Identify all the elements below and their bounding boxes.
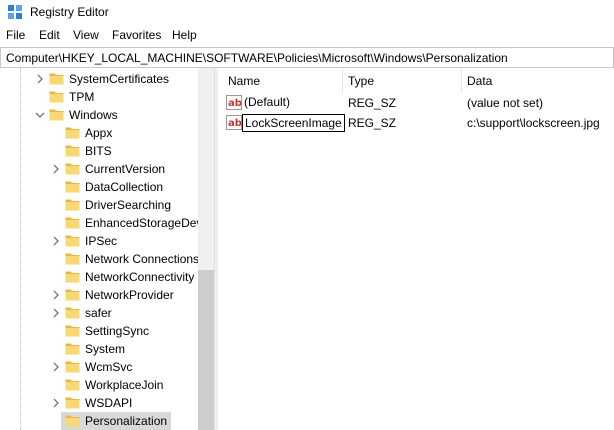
folder-icon [65, 397, 80, 409]
folder-icon [65, 415, 80, 427]
tree-item-label: Network Connections [85, 252, 198, 266]
folder-icon [65, 127, 80, 139]
values-list[interactable]: Name Type Data ab (Default) REG_SZ (value n… [218, 68, 614, 430]
menu-edit[interactable]: Edit [39, 28, 60, 42]
folder-icon [65, 163, 80, 175]
value-type: REG_SZ [348, 116, 397, 130]
tree-item[interactable]: System [0, 340, 198, 358]
folder-icon [65, 235, 80, 247]
title-bar: Registry Editor [0, 0, 614, 25]
folder-icon [65, 343, 80, 355]
chevron-down-icon[interactable] [35, 110, 45, 120]
chevron-right-icon[interactable] [51, 308, 61, 318]
folder-icon [65, 325, 80, 337]
tree-item-label: IPSec [85, 234, 118, 248]
folder-icon [49, 109, 64, 121]
chevron-right-icon[interactable] [35, 74, 45, 84]
tree-item-label: BITS [85, 144, 112, 158]
folder-icon [49, 91, 64, 103]
tree-item-label: Windows [69, 108, 118, 122]
window-title: Registry Editor [30, 5, 109, 19]
chevron-right-icon[interactable] [51, 236, 61, 246]
folder-icon [65, 181, 80, 193]
key-tree[interactable]: SystemCertificates TPM Windows Appx BITS Curr… [0, 68, 214, 430]
chevron-right-icon[interactable] [51, 362, 61, 372]
tree-item-label: DriverSearching [85, 198, 172, 212]
value-name: LockScreenImage [242, 114, 345, 132]
chevron-right-icon[interactable] [51, 290, 61, 300]
menu-help[interactable]: Help [172, 28, 197, 42]
tree-item[interactable]: BITS [0, 142, 198, 160]
tree-item-label: SettingSync [85, 324, 150, 338]
tree-item-label: NetworkProvider [85, 288, 174, 302]
menu-view[interactable]: View [73, 28, 99, 42]
tree-item-label: WSDAPI [85, 396, 133, 410]
tree-item[interactable]: safer [0, 304, 198, 322]
tree-item-label: Personalization [82, 414, 171, 428]
registry-editor-icon [8, 5, 22, 19]
tree-item-label: CurrentVersion [85, 162, 166, 176]
folder-icon [65, 289, 80, 301]
menu-bar: File Edit View Favorites Help [0, 25, 614, 47]
address-path: Computer\HKEY_LOCAL_MACHINE\SOFTWARE\Pol… [6, 51, 508, 65]
chevron-right-icon[interactable] [51, 164, 61, 174]
tree-item-label: WorkplaceJoin [85, 378, 164, 392]
menu-favorites[interactable]: Favorites [112, 28, 161, 42]
folder-icon [65, 271, 80, 283]
folder-icon [65, 199, 80, 211]
column-header-type[interactable]: Type [343, 68, 462, 93]
chevron-right-icon[interactable] [51, 398, 61, 408]
tree-item[interactable]: DriverSearching [0, 196, 198, 214]
tree-item-label: safer [85, 306, 112, 320]
tree-item[interactable]: Personalization [0, 412, 198, 430]
tree-item[interactable]: NetworkProvider [0, 286, 198, 304]
folder-icon [65, 145, 80, 157]
tree-item[interactable]: Appx [0, 124, 198, 142]
folder-icon [65, 217, 80, 229]
tree-item-label: DataCollection [85, 180, 164, 194]
tree-scroll-thumb[interactable] [198, 270, 214, 430]
tree-item[interactable]: WSDAPI [0, 394, 198, 412]
column-header-data[interactable]: Data [462, 68, 614, 93]
tree-item-label: TPM [69, 90, 95, 104]
tree-item[interactable]: Windows [0, 106, 198, 124]
tree-item-label: SystemCertificates [69, 72, 170, 86]
tree-item[interactable]: SystemCertificates [0, 70, 198, 88]
tree-item[interactable]: DataCollection [0, 178, 198, 196]
string-value-icon: ab [226, 95, 242, 110]
string-value-icon: ab [226, 115, 242, 130]
tree-scrollbar[interactable] [198, 68, 214, 430]
tree-item-label: WcmSvc [85, 360, 133, 374]
tree-item[interactable]: Network Connections [0, 250, 198, 268]
svg-text:ab: ab [228, 118, 242, 129]
svg-text:ab: ab [228, 98, 242, 109]
tree-item-label: EnhancedStorageDev [85, 216, 198, 230]
tree-item[interactable]: TPM [0, 88, 198, 106]
value-data: (value not set) [467, 96, 544, 110]
tree-item-label: Appx [85, 126, 113, 140]
column-header-name[interactable]: Name [218, 68, 343, 93]
value-row[interactable]: ab (Default) REG_SZ (value not set) [218, 93, 614, 113]
tree-item-label: NetworkConnectivity [85, 270, 195, 284]
tree-item[interactable]: NetworkConnectivity [0, 268, 198, 286]
value-type: REG_SZ [348, 96, 397, 110]
tree-item[interactable]: WorkplaceJoin [0, 376, 198, 394]
value-row[interactable]: ab LockScreenImage REG_SZ c:\support\locksc… [218, 113, 614, 133]
tree-item[interactable]: IPSec [0, 232, 198, 250]
tree-item[interactable]: EnhancedStorageDev [0, 214, 198, 232]
tree-item[interactable]: SettingSync [0, 322, 198, 340]
tree-item[interactable]: WcmSvc [0, 358, 198, 376]
value-data: c:\support\lockscreen.jpg [467, 116, 600, 130]
folder-icon [49, 73, 64, 85]
tree-item[interactable]: CurrentVersion [0, 160, 198, 178]
address-bar[interactable]: Computer\HKEY_LOCAL_MACHINE\SOFTWARE\Pol… [0, 47, 614, 68]
tree-item-label: System [85, 342, 126, 356]
menu-file[interactable]: File [6, 28, 25, 42]
folder-icon [65, 307, 80, 319]
value-name: (Default) [244, 95, 291, 109]
folder-icon [65, 253, 80, 265]
folder-icon [65, 361, 80, 373]
folder-icon [65, 379, 80, 391]
